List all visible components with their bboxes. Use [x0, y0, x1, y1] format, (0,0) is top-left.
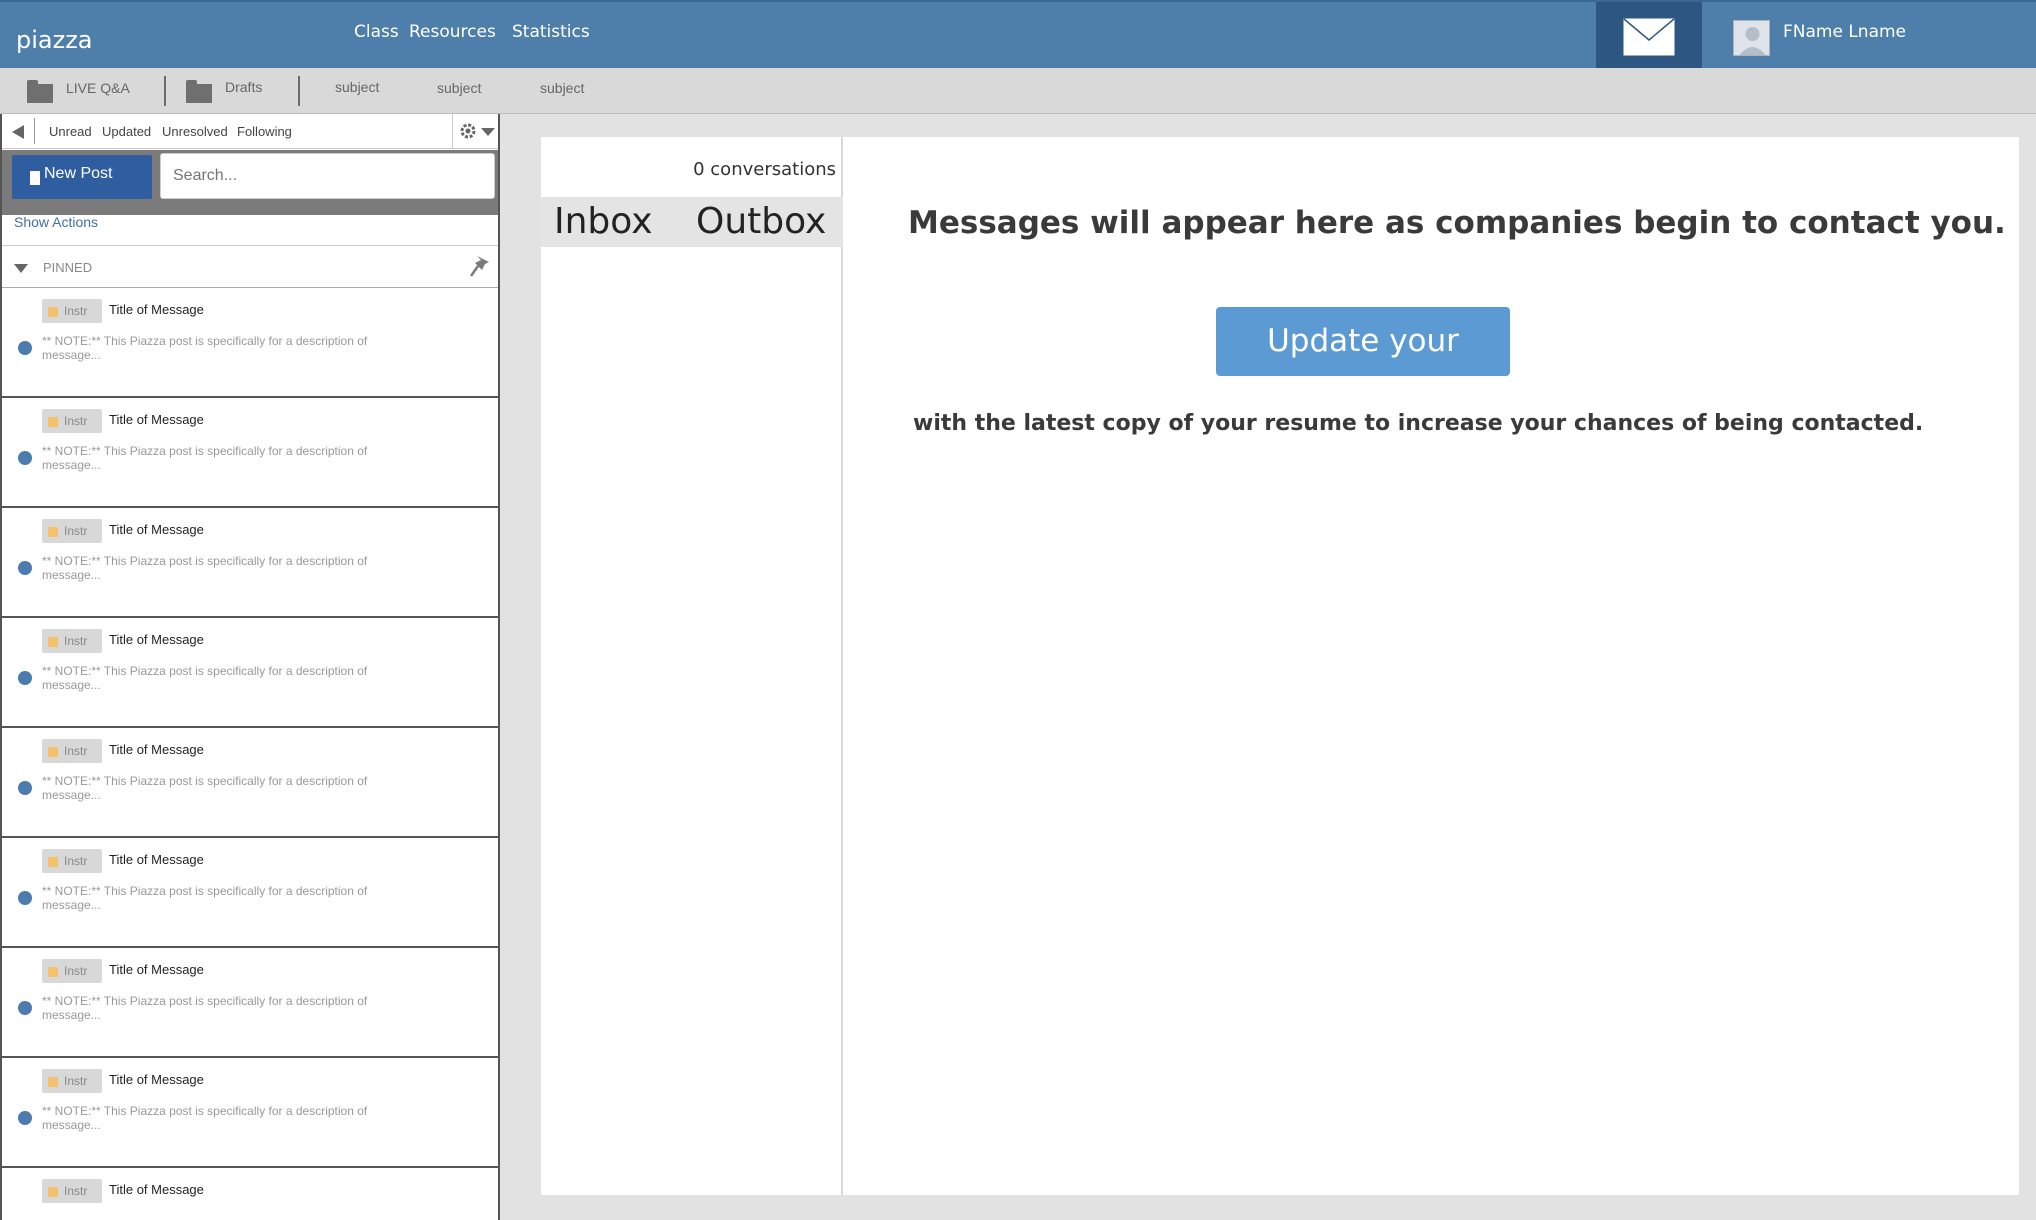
instructor-badge: Instr [42, 849, 102, 873]
instructor-badge: Instr [42, 1069, 102, 1093]
folder-bar: LIVE Q&A Drafts subject subject subject [0, 68, 2036, 114]
conversation-count: 0 conversations [693, 159, 836, 180]
unread-dot [18, 1001, 32, 1015]
new-post-label: New Post [44, 165, 113, 182]
post-item[interactable]: Instr Title of Message ** NOTE:** This P… [2, 948, 498, 1058]
nav-class[interactable]: Class [354, 22, 399, 42]
post-title: Title of Message [109, 852, 204, 867]
avatar[interactable] [1733, 20, 1770, 56]
folder-subject-3[interactable]: subject [540, 80, 584, 96]
post-item[interactable]: Instr Title of Message ** NOTE:** This P… [2, 1058, 498, 1168]
envelope-icon [1623, 18, 1675, 56]
unread-dot [18, 561, 32, 575]
post-item[interactable]: Instr Title of Message [2, 1168, 498, 1220]
collapse-arrow-icon[interactable] [10, 124, 26, 140]
conversation-list: 0 conversations Inbox Outbox [541, 137, 843, 1195]
post-description: ** NOTE:** This Piazza post is specifica… [42, 664, 368, 692]
post-description: ** NOTE:** This Piazza post is specifica… [42, 994, 368, 1022]
update-profile-button[interactable]: Update your profile [1216, 307, 1510, 428]
folder-subject-1[interactable]: subject [335, 79, 379, 95]
post-title: Title of Message [109, 1182, 204, 1197]
instructor-badge: Instr [42, 629, 102, 653]
post-description: ** NOTE:** This Piazza post is specifica… [42, 884, 368, 912]
unread-dot [18, 341, 32, 355]
post-title: Title of Message [109, 522, 204, 537]
document-icon [30, 171, 40, 185]
post-description: ** NOTE:** This Piazza post is specifica… [42, 1104, 368, 1132]
logo[interactable]: piazza [16, 26, 93, 54]
post-description: ** NOTE:** This Piazza post is specifica… [42, 774, 368, 802]
post-description: ** NOTE:** This Piazza post is specifica… [42, 334, 368, 362]
filter-unread[interactable]: Unread [49, 124, 92, 139]
post-title: Title of Message [109, 742, 204, 757]
nav-statistics[interactable]: Statistics [512, 22, 590, 42]
post-title: Title of Message [109, 632, 204, 647]
post-item[interactable]: Instr Title of Message ** NOTE:** This P… [2, 288, 498, 398]
unread-dot [18, 781, 32, 795]
instructor-badge: Instr [42, 409, 102, 433]
filter-unresolved[interactable]: Unresolved [162, 124, 228, 139]
unread-dot [18, 891, 32, 905]
filter-updated[interactable]: Updated [102, 124, 151, 139]
user-name[interactable]: FName Lname [1783, 22, 1906, 42]
folder-drafts[interactable]: Drafts [225, 79, 262, 95]
post-item[interactable]: Instr Title of Message ** NOTE:** This P… [2, 508, 498, 618]
filter-following[interactable]: Following [237, 124, 292, 139]
show-actions-link[interactable]: Show Actions [14, 214, 98, 230]
caret-down-icon [14, 264, 28, 273]
post-item[interactable]: Instr Title of Message ** NOTE:** This P… [2, 728, 498, 838]
tab-outbox[interactable]: Outbox [696, 201, 826, 242]
instructor-badge: Instr [42, 519, 102, 543]
pin-icon[interactable] [469, 254, 491, 280]
empty-state-headline: Messages will appear here as companies b… [908, 205, 2006, 241]
messages-card: 0 conversations Inbox Outbox Messages wi… [541, 137, 2019, 1195]
post-title: Title of Message [109, 962, 204, 977]
folder-icon [27, 80, 53, 103]
unread-dot [18, 671, 32, 685]
top-navbar: piazza Class Resources Statistics FName … [0, 0, 2036, 70]
unread-dot [18, 1111, 32, 1125]
post-item[interactable]: Instr Title of Message ** NOTE:** This P… [2, 398, 498, 508]
filter-bar: Unread Updated Unresolved Following [2, 114, 498, 149]
tab-inbox[interactable]: Inbox [554, 201, 653, 242]
divider [164, 76, 166, 106]
instructor-badge: Instr [42, 299, 102, 323]
new-post-button[interactable]: New Post [12, 155, 152, 199]
post-title: Title of Message [109, 302, 204, 317]
divider [298, 76, 300, 106]
folder-icon [186, 80, 212, 103]
user-icon [1739, 27, 1766, 55]
pinned-header[interactable]: PINNED [2, 245, 498, 288]
post-item[interactable]: Instr Title of Message ** NOTE:** This P… [2, 618, 498, 728]
pinned-label: PINNED [43, 260, 93, 275]
empty-state-subline: with the latest copy of your resume to i… [913, 411, 1924, 436]
mailbox-tabs: Inbox Outbox [541, 197, 843, 247]
mail-button[interactable] [1596, 2, 1702, 70]
post-description: ** NOTE:** This Piazza post is specifica… [42, 444, 368, 472]
instructor-badge: Instr [42, 739, 102, 763]
unread-dot [18, 451, 32, 465]
instructor-badge: Instr [42, 959, 102, 983]
feed-panel: Unread Updated Unresolved Following New … [0, 114, 500, 1220]
chevron-down-icon [481, 128, 495, 136]
post-item[interactable]: Instr Title of Message ** NOTE:** This P… [2, 838, 498, 948]
nav-resources[interactable]: Resources [409, 22, 496, 42]
divider [34, 118, 35, 144]
settings-dropdown[interactable] [452, 114, 498, 149]
folder-live-qa[interactable]: LIVE Q&A [66, 80, 130, 96]
search-input[interactable] [160, 153, 495, 199]
post-title: Title of Message [109, 1072, 204, 1087]
folder-subject-2[interactable]: subject [437, 80, 481, 96]
post-description: ** NOTE:** This Piazza post is specifica… [42, 554, 368, 582]
search-row: New Post [2, 150, 498, 215]
instructor-badge: Instr [42, 1179, 102, 1203]
gear-icon [460, 123, 476, 139]
post-title: Title of Message [109, 412, 204, 427]
